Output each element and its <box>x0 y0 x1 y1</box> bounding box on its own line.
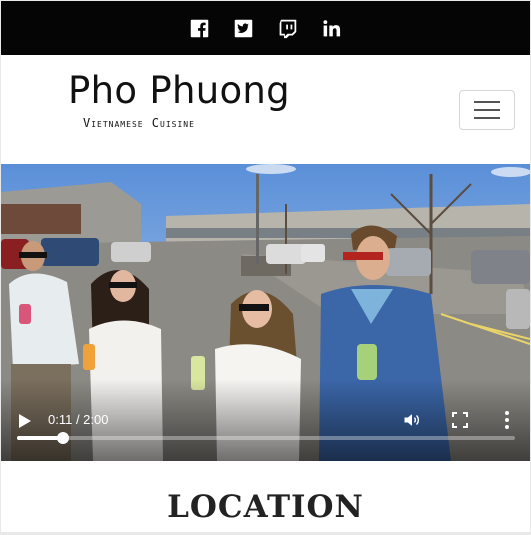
location-section: LOCATION <box>1 461 530 532</box>
video-time: 0:11 / 2:00 <box>48 412 109 427</box>
fullscreen-icon[interactable] <box>451 411 469 429</box>
brand-tagline: Vietnamese Cuisine <box>83 116 195 130</box>
video-progress-thumb[interactable] <box>56 432 69 444</box>
video-progress-fill <box>17 436 63 440</box>
twitch-icon[interactable] <box>277 17 299 39</box>
facebook-icon[interactable] <box>189 17 211 39</box>
more-options-icon[interactable] <box>501 410 513 430</box>
video-controls: 0:11 / 2:00 <box>1 399 530 461</box>
navbar: Pho Phuong Vietnamese Cuisine <box>1 55 530 164</box>
social-bar <box>1 1 530 55</box>
navbar-toggle-button[interactable] <box>459 90 515 130</box>
linkedin-icon[interactable] <box>321 17 343 39</box>
brand-name: Pho Phuong <box>68 69 290 112</box>
brand-logo[interactable]: Pho Phuong Vietnamese Cuisine <box>68 69 290 130</box>
volume-icon[interactable] <box>402 410 422 430</box>
hamburger-icon <box>474 101 500 103</box>
section-title: LOCATION <box>167 489 364 525</box>
twitter-icon[interactable] <box>233 17 255 39</box>
play-icon[interactable] <box>18 413 32 429</box>
video-player[interactable]: 0:11 / 2:00 <box>1 164 530 461</box>
video-progress-bar[interactable] <box>17 432 515 444</box>
